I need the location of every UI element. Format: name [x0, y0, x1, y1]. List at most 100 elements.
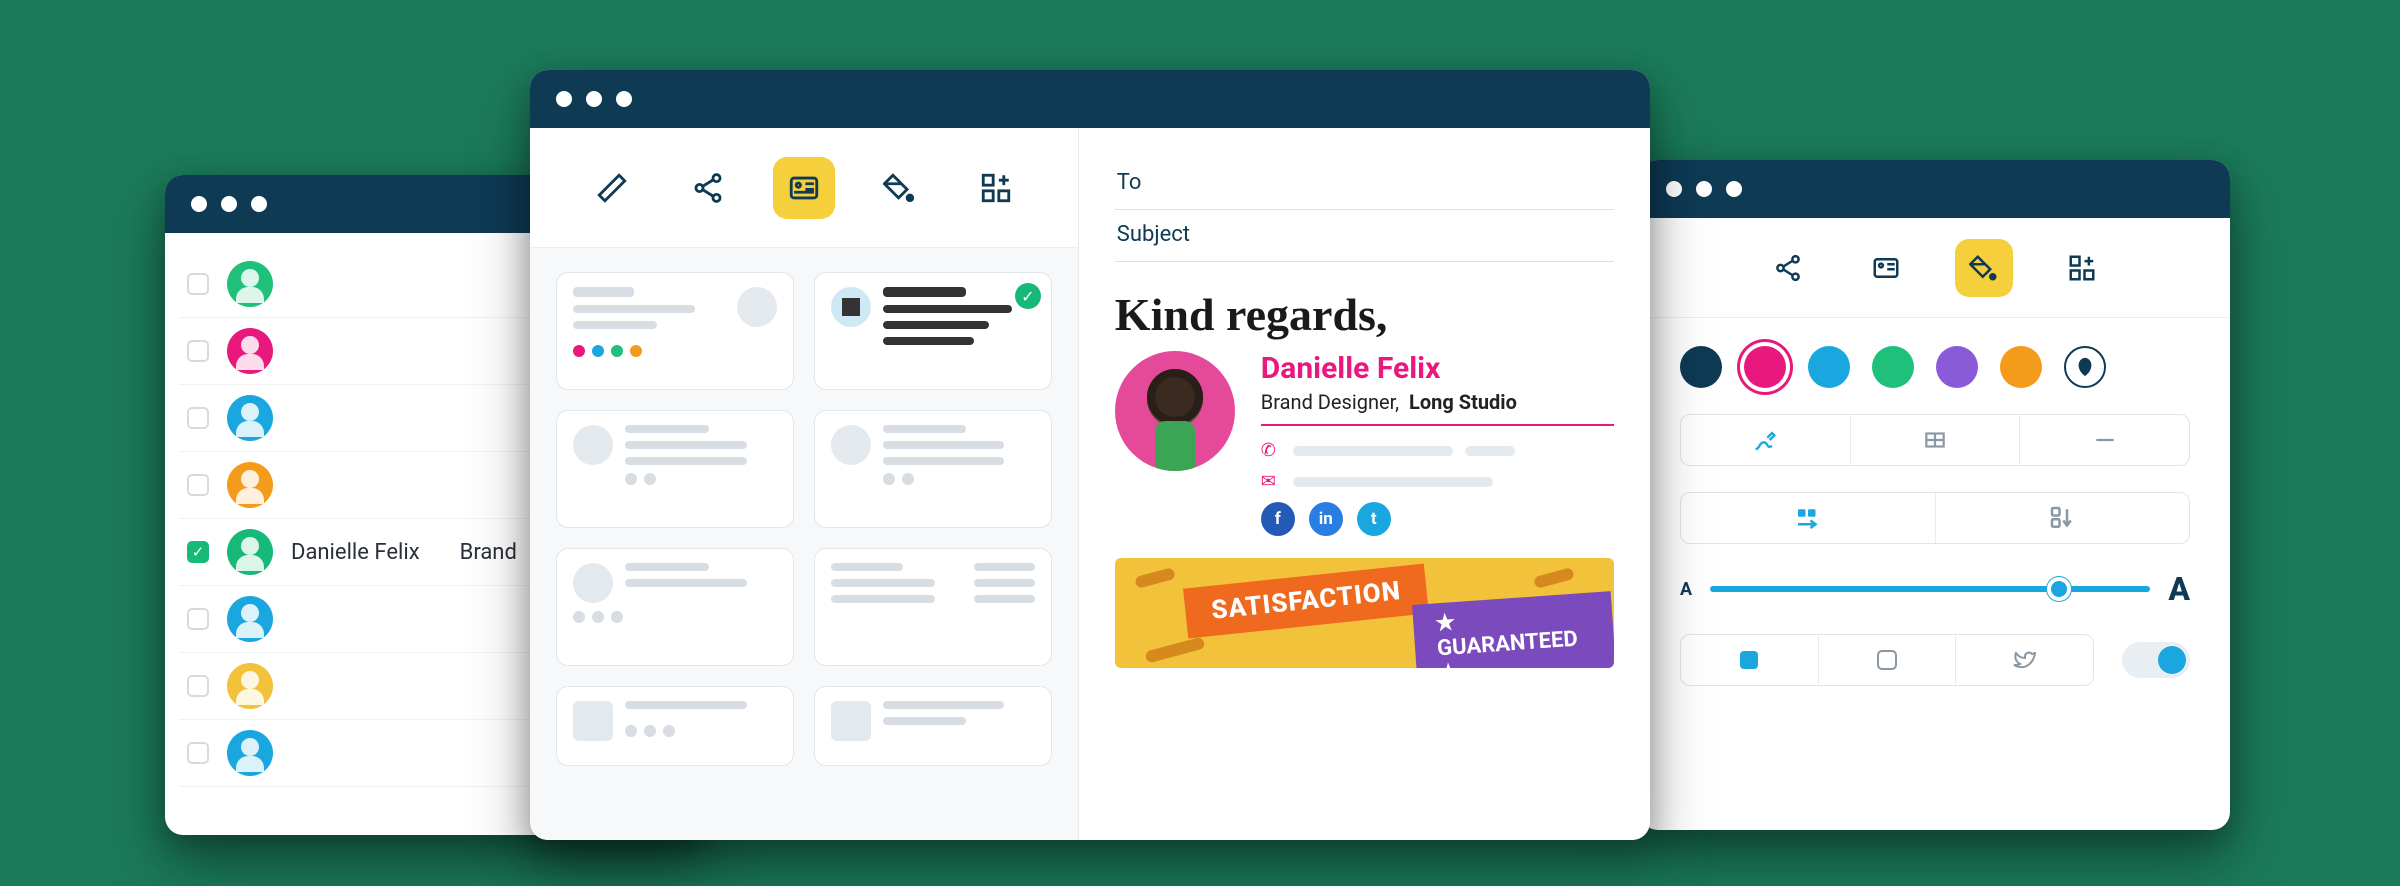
- template-card[interactable]: [556, 686, 794, 766]
- social-plain-option[interactable]: [1956, 635, 2093, 685]
- titlebar: [530, 70, 1650, 128]
- templates-grid: ✓: [530, 248, 1078, 790]
- apps-tab-button[interactable]: [2053, 239, 2111, 297]
- template-card[interactable]: [814, 548, 1052, 666]
- templates-tab-button[interactable]: [773, 157, 835, 219]
- avatar-placeholder-icon: [573, 425, 613, 465]
- color-swatch[interactable]: [1872, 346, 1914, 388]
- user-avatar: [227, 730, 273, 776]
- edit-tab-button[interactable]: [581, 157, 643, 219]
- color-swatch[interactable]: [1936, 346, 1978, 388]
- share-tab-button[interactable]: [677, 157, 739, 219]
- social-style-segment[interactable]: [1680, 634, 2094, 686]
- checkbox[interactable]: [187, 407, 209, 429]
- avatar-placeholder-icon: [831, 425, 871, 465]
- checkbox[interactable]: [187, 474, 209, 496]
- social-toggle[interactable]: [2122, 642, 2190, 678]
- checkbox[interactable]: [187, 340, 209, 362]
- window-dot: [1696, 181, 1712, 197]
- signature-avatar: [1115, 351, 1235, 471]
- checkbox[interactable]: [187, 675, 209, 697]
- social-icon[interactable]: in: [1309, 502, 1343, 536]
- user-avatar: [227, 529, 273, 575]
- style-tab-button[interactable]: [869, 157, 931, 219]
- user-avatar: [227, 395, 273, 441]
- avatar-placeholder-icon: [737, 287, 777, 327]
- template-card[interactable]: [556, 548, 794, 666]
- user-avatar: [227, 328, 273, 374]
- to-field[interactable]: To: [1115, 158, 1614, 210]
- layout-v-option[interactable]: [1936, 493, 2190, 543]
- window-dot: [221, 196, 237, 212]
- signature-banner: SATISFACTION ★ GUARANTEED ★: [1115, 558, 1614, 668]
- font-large-label: A: [2168, 570, 2190, 608]
- color-swatch[interactable]: [1744, 346, 1786, 388]
- check-icon: ✓: [1015, 283, 1041, 309]
- font-size-slider[interactable]: A A: [1680, 570, 2190, 608]
- toggle-knob: [2158, 646, 2186, 674]
- template-card[interactable]: [814, 410, 1052, 528]
- avatar-placeholder-icon: [831, 287, 871, 327]
- subject-field[interactable]: Subject: [1115, 210, 1614, 262]
- window-dot: [616, 91, 632, 107]
- window-dot: [1726, 181, 1742, 197]
- signature-name: Danielle Felix: [1261, 351, 1614, 386]
- share-tab-button[interactable]: [1759, 239, 1817, 297]
- style-window: A A: [1640, 160, 2230, 830]
- social-icon[interactable]: t: [1357, 502, 1391, 536]
- social-icon[interactable]: f: [1261, 502, 1295, 536]
- social-icons: fint: [1261, 502, 1614, 536]
- social-filled-option[interactable]: [1681, 635, 1819, 685]
- add-color-button[interactable]: [2064, 346, 2106, 388]
- color-swatch[interactable]: [1808, 346, 1850, 388]
- checkbox[interactable]: [187, 742, 209, 764]
- regards-text: Kind regards,: [1115, 288, 1614, 341]
- signature-title: Brand Designer, Long Studio: [1261, 390, 1614, 426]
- main-toolbar: [530, 128, 1078, 248]
- window-dot: [191, 196, 207, 212]
- user-label: Danielle FelixBrand: [291, 540, 517, 565]
- contact-phone: ✆: [1261, 440, 1614, 461]
- user-avatar: [227, 596, 273, 642]
- template-card[interactable]: [556, 272, 794, 390]
- line-option[interactable]: [2020, 415, 2189, 465]
- template-card[interactable]: [556, 410, 794, 528]
- editor-window: ✓: [530, 70, 1650, 840]
- template-card[interactable]: [814, 686, 1052, 766]
- layout-h-option[interactable]: [1681, 493, 1936, 543]
- user-avatar: [227, 462, 273, 508]
- grid-option[interactable]: [1851, 415, 2021, 465]
- checkbox[interactable]: ✓: [187, 541, 209, 563]
- stroke-style-segment[interactable]: [1680, 414, 2190, 466]
- slider-track[interactable]: [1710, 586, 2150, 592]
- font-small-label: A: [1680, 579, 1692, 600]
- titlebar: [1640, 160, 2230, 218]
- style-tab-button[interactable]: [1955, 239, 2013, 297]
- banner-ribbon-2: ★ GUARANTEED ★: [1412, 591, 1614, 668]
- templates-pane: ✓: [530, 128, 1079, 840]
- user-avatar: [227, 261, 273, 307]
- preview-pane: To Subject Kind regards, Danielle Felix …: [1079, 128, 1650, 840]
- slider-thumb[interactable]: [2047, 577, 2071, 601]
- layout-segment[interactable]: [1680, 492, 2190, 544]
- window-dot: [586, 91, 602, 107]
- mail-icon: ✉: [1261, 471, 1281, 492]
- color-palette: [1680, 346, 2190, 388]
- templates-tab-button[interactable]: [1857, 239, 1915, 297]
- checkbox[interactable]: [187, 273, 209, 295]
- template-card-selected[interactable]: ✓: [814, 272, 1052, 390]
- user-avatar: [227, 663, 273, 709]
- brush-option[interactable]: [1681, 415, 1851, 465]
- window-dot: [1666, 181, 1682, 197]
- color-swatch[interactable]: [1680, 346, 1722, 388]
- window-dot: [251, 196, 267, 212]
- apps-tab-button[interactable]: [965, 157, 1027, 219]
- phone-icon: ✆: [1261, 440, 1281, 461]
- color-swatch[interactable]: [2000, 346, 2042, 388]
- signature-preview: Kind regards, Danielle Felix Brand Desig…: [1115, 288, 1614, 668]
- banner-ribbon-1: SATISFACTION: [1183, 563, 1429, 638]
- avatar-placeholder-icon: [573, 563, 613, 603]
- social-outline-option[interactable]: [1819, 635, 1957, 685]
- checkbox[interactable]: [187, 608, 209, 630]
- window-dot: [556, 91, 572, 107]
